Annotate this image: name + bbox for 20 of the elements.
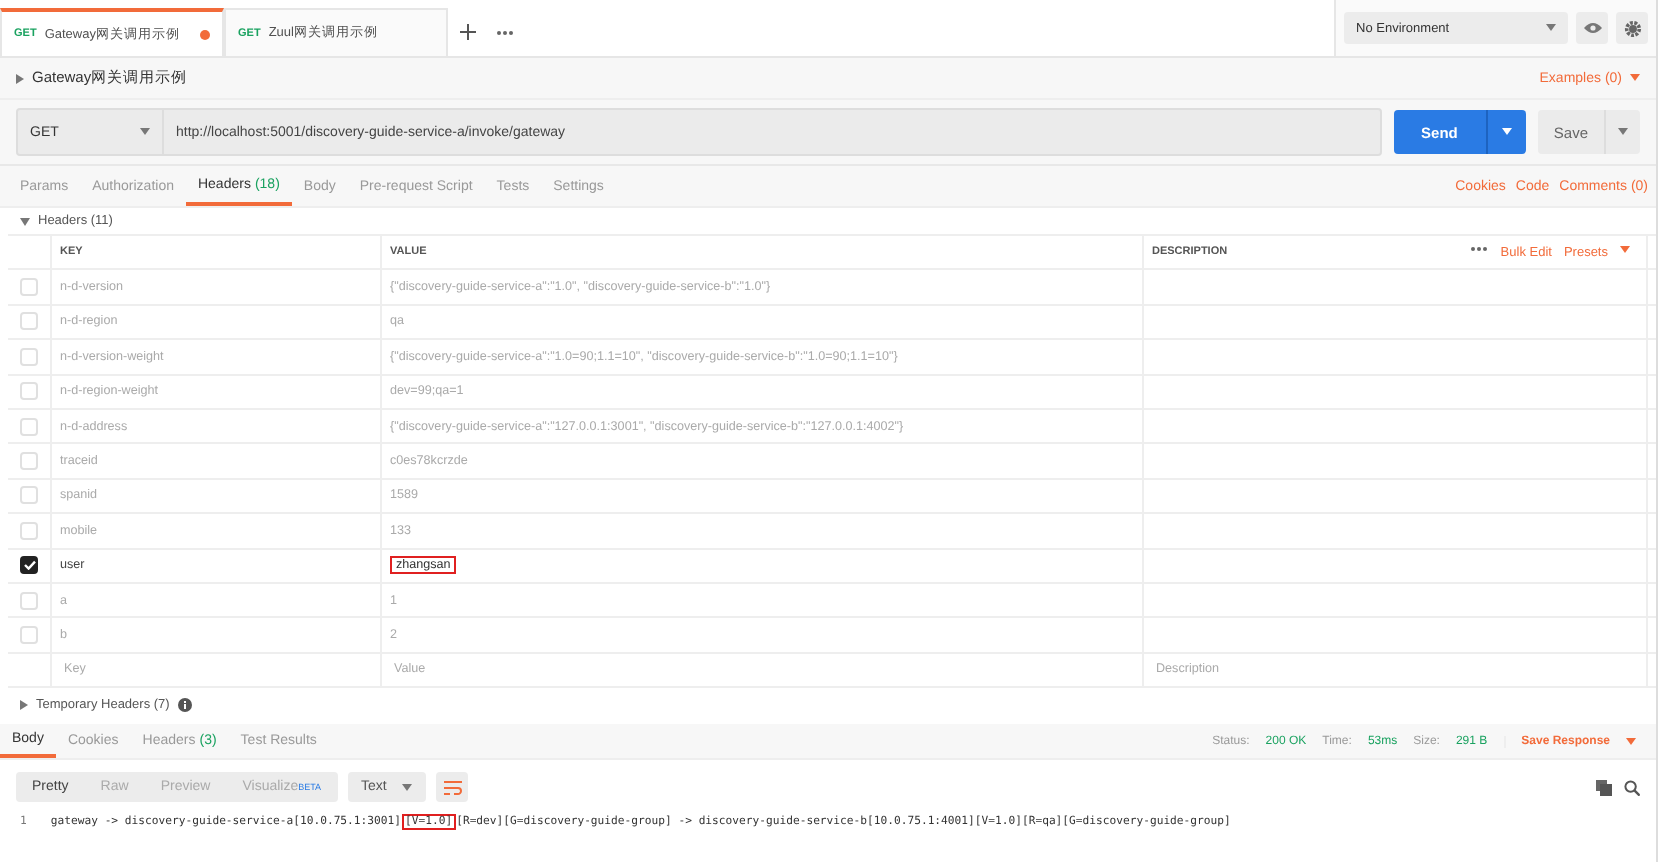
expand-icon[interactable] <box>20 700 28 711</box>
copy-icon[interactable] <box>1596 779 1612 796</box>
caret-icon <box>1620 245 1630 254</box>
collapse-icon[interactable] <box>20 217 30 225</box>
settings-icon[interactable] <box>1616 12 1648 44</box>
caret-icon <box>1546 24 1556 32</box>
expand-icon[interactable] <box>16 73 24 83</box>
wrap-icon[interactable] <box>436 772 469 803</box>
caret-icon <box>1626 737 1636 746</box>
plus-icon[interactable] <box>460 24 476 40</box>
caret-icon <box>1501 128 1512 136</box>
search-icon[interactable] <box>1624 779 1640 796</box>
eye-icon[interactable] <box>1576 12 1608 44</box>
more-icon[interactable] <box>1470 245 1489 252</box>
caret-icon <box>1618 128 1628 136</box>
info-icon <box>177 698 192 713</box>
checkbox[interactable] <box>20 556 38 575</box>
caret-icon <box>402 783 413 792</box>
caret-icon <box>1630 73 1640 81</box>
more-icon[interactable] <box>496 30 514 36</box>
